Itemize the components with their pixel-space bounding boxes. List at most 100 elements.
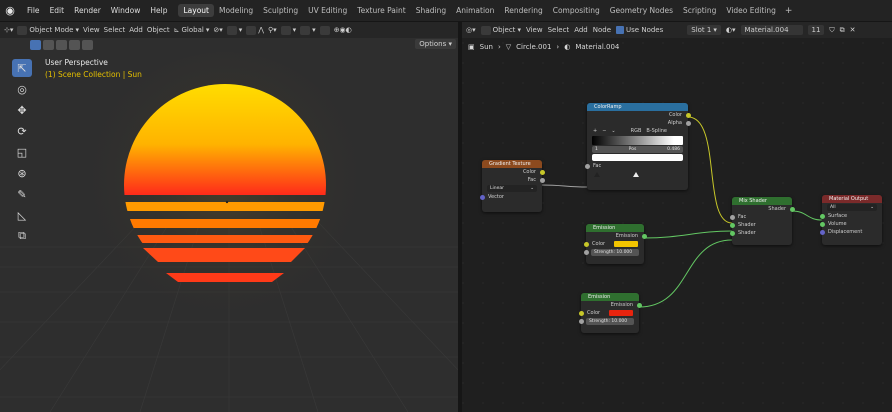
select-tool-icon[interactable]: ⇱ <box>12 59 32 77</box>
add-workspace-button[interactable]: + <box>781 6 797 16</box>
strength-field[interactable]: Strength: 10.000 <box>578 318 634 325</box>
menu-help[interactable]: Help <box>145 6 172 15</box>
input-socket[interactable] <box>583 250 589 255</box>
viewport-menu-add[interactable]: Add <box>129 26 143 34</box>
shader-node-editor[interactable]: ◎▾ Object ▾ View Select Add Node Use Nod… <box>462 22 892 412</box>
annotate-tool-icon[interactable]: ✎ <box>12 185 32 203</box>
snap-icon[interactable]: ▾ <box>226 25 242 35</box>
mix-shader-node[interactable]: Mix Shader Shader Fac Shader Shader <box>729 197 795 245</box>
input-socket[interactable] <box>583 241 589 247</box>
output-socket[interactable] <box>685 120 691 126</box>
strength-field[interactable]: Strength: 10.000 <box>583 249 639 256</box>
cursor-tool-icon[interactable]: ◎ <box>12 80 32 98</box>
move-tool-icon[interactable]: ✥ <box>12 101 32 119</box>
xray-icon[interactable] <box>319 25 330 35</box>
node-menu-view[interactable]: View <box>526 26 543 34</box>
node-object-dropdown[interactable]: Object ▾ <box>480 25 521 35</box>
node-menu-add[interactable]: Add <box>574 26 588 34</box>
input-socket[interactable] <box>819 221 825 227</box>
gizmo-icon[interactable]: ▾ <box>280 25 296 35</box>
input-socket[interactable] <box>819 213 825 219</box>
viewport-menu-object[interactable]: Object <box>147 26 170 34</box>
stop-color-swatch[interactable] <box>592 154 683 161</box>
input-socket[interactable] <box>729 214 735 220</box>
output-target-dropdown[interactable]: All ⌄ <box>827 204 877 211</box>
tab-compositing[interactable]: Compositing <box>548 4 605 17</box>
output-socket[interactable] <box>641 233 647 239</box>
menu-render[interactable]: Render <box>69 6 106 15</box>
input-socket[interactable] <box>578 310 584 316</box>
tab-texture-paint[interactable]: Texture Paint <box>352 4 410 17</box>
material-output-node[interactable]: Material Output All ⌄ Surface Volume Disp… <box>819 195 882 245</box>
output-socket[interactable] <box>685 112 691 118</box>
rotate-tool-icon[interactable]: ⟳ <box>12 122 32 140</box>
viewport-menu-select[interactable]: Select <box>104 26 126 34</box>
overlay-icon[interactable]: ▾ <box>300 25 316 35</box>
interpolation-dropdown[interactable]: B-Spline <box>646 128 667 134</box>
input-socket[interactable] <box>584 163 590 169</box>
input-socket[interactable] <box>578 319 584 324</box>
input-socket[interactable] <box>819 229 825 235</box>
tab-scripting[interactable]: Scripting <box>678 4 721 17</box>
measure-tool-icon[interactable]: ◺ <box>12 206 32 224</box>
select-extend-icon[interactable] <box>43 40 54 50</box>
stop-index-field[interactable]: 1 <box>595 147 598 152</box>
select-subtract-icon[interactable] <box>56 40 67 50</box>
tab-layout[interactable]: Layout <box>178 4 214 17</box>
slot-dropdown[interactable]: Slot 1 ▾ <box>687 25 721 35</box>
ramp-stop-black[interactable] <box>594 172 600 177</box>
3d-viewport[interactable]: ⊹▾ Object Mode ▾ View Select Add Object … <box>0 22 458 412</box>
editor-type-icon[interactable]: ⊹▾ <box>4 26 13 34</box>
node-editor-type-icon[interactable]: ◎▾ <box>466 26 476 34</box>
shading-mode-icon[interactable]: ⊕◉◐ <box>334 26 352 34</box>
tab-shading[interactable]: Shading <box>411 4 451 17</box>
tab-sculpting[interactable]: Sculpting <box>258 4 303 17</box>
emission-node-yellow[interactable]: Emission Emission Color Strength: 10.000 <box>583 224 647 264</box>
output-socket[interactable] <box>539 169 545 175</box>
select-box-icon[interactable] <box>30 40 41 50</box>
color-mode-dropdown[interactable]: RGB <box>631 128 642 134</box>
pos-value-field[interactable]: 0.486 <box>667 147 680 152</box>
add-stop-icon[interactable]: + <box>593 128 597 134</box>
ramp-menu-icon[interactable]: ⌄ <box>611 128 615 134</box>
output-socket[interactable] <box>636 302 642 308</box>
tab-rendering[interactable]: Rendering <box>499 4 547 17</box>
remove-stop-icon[interactable]: − <box>602 128 606 134</box>
proportional-edit-icon[interactable]: ⋀ <box>246 25 264 35</box>
unlink-material-icon[interactable]: ✕ <box>850 26 856 34</box>
viewport-menu-view[interactable]: View <box>83 26 100 34</box>
input-socket[interactable] <box>729 222 735 228</box>
orientation-dropdown[interactable]: ⊾ Global ▾ <box>174 26 210 34</box>
transform-tool-icon[interactable]: ⊛ <box>12 164 32 182</box>
output-socket[interactable] <box>789 206 795 212</box>
tab-geometry-nodes[interactable]: Geometry Nodes <box>605 4 678 17</box>
menu-edit[interactable]: Edit <box>45 6 70 15</box>
material-user-count[interactable]: 11 <box>807 25 825 35</box>
menu-window[interactable]: Window <box>106 6 146 15</box>
select-invert-icon[interactable] <box>69 40 80 50</box>
node-menu-node[interactable]: Node <box>593 26 611 34</box>
node-menu-select[interactable]: Select <box>548 26 570 34</box>
pivot-icon[interactable]: ⊘▾ <box>213 26 222 34</box>
emission-color-swatch[interactable] <box>614 241 638 247</box>
ramp-stop-white[interactable] <box>633 172 639 177</box>
add-cube-tool-icon[interactable]: ⧉ <box>12 227 32 245</box>
emission-color-swatch[interactable] <box>609 310 633 316</box>
visibility-icon[interactable]: ⚲▾ <box>268 26 277 34</box>
object-mode-dropdown[interactable]: Object Mode ▾ <box>17 25 79 35</box>
scale-tool-icon[interactable]: ◱ <box>12 143 32 161</box>
gradient-type-dropdown[interactable]: Linear ⌄ <box>487 185 537 192</box>
select-intersect-icon[interactable] <box>82 40 93 50</box>
output-socket[interactable] <box>539 177 545 183</box>
material-browse-icon[interactable]: ◐▾ <box>726 26 736 34</box>
use-nodes-checkbox[interactable]: Use Nodes <box>616 26 663 34</box>
input-socket[interactable] <box>729 230 735 236</box>
duplicate-material-icon[interactable]: ⧉ <box>840 26 845 35</box>
blender-logo-icon[interactable]: ◉ <box>4 4 16 17</box>
input-socket[interactable] <box>479 194 485 200</box>
color-ramp-gradient[interactable] <box>592 136 683 145</box>
tab-modeling[interactable]: Modeling <box>214 4 258 17</box>
tab-uv-editing[interactable]: UV Editing <box>303 4 352 17</box>
gradient-texture-node[interactable]: Gradient Texture Color Fac Linear ⌄ Vecto… <box>479 160 545 212</box>
menu-file[interactable]: File <box>22 6 45 15</box>
